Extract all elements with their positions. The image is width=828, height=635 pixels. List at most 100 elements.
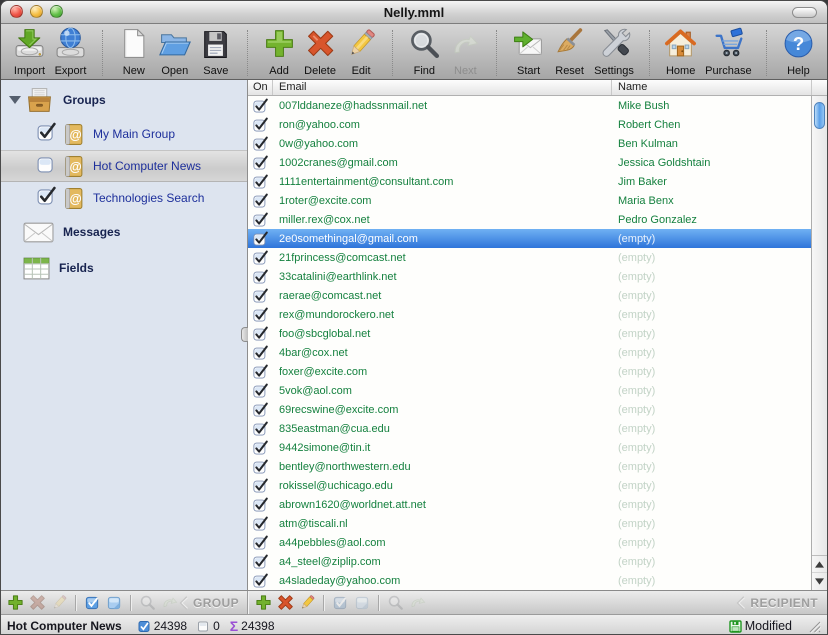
table-row[interactable]: 835eastman@cua.edu(empty)	[248, 419, 827, 438]
edit-button[interactable]: Edit	[341, 26, 382, 78]
table-row[interactable]: 1roter@excite.comMaria Benx	[248, 191, 827, 210]
sidebar-section-groups[interactable]: Groups	[1, 82, 247, 118]
import-button[interactable]: Import	[9, 26, 50, 78]
table-row[interactable]: 0w@yahoo.comBen Kulman	[248, 134, 827, 153]
add-small-button[interactable]	[253, 593, 273, 613]
row-checkbox[interactable]	[253, 383, 268, 398]
column-header-on[interactable]: On	[248, 80, 273, 95]
table-row[interactable]: a4sladeday@yahoo.com(empty)	[248, 571, 827, 590]
row-checkbox[interactable]	[253, 326, 268, 341]
delete-button[interactable]: Delete	[300, 26, 341, 78]
row-checkbox[interactable]	[253, 345, 268, 360]
table-row[interactable]: rokissel@uchicago.edu(empty)	[248, 476, 827, 495]
table-row[interactable]: miller.rex@cox.netPedro Gonzalez	[248, 210, 827, 229]
group-checkbox[interactable]	[37, 154, 56, 178]
row-checkbox[interactable]	[253, 136, 268, 151]
group-checkbox[interactable]	[37, 122, 56, 146]
delete-icon	[304, 27, 337, 65]
row-checkbox[interactable]	[253, 535, 268, 550]
table-row[interactable]: 1002cranes@gmail.comJessica Goldshtain	[248, 153, 827, 172]
delete-small-button[interactable]	[275, 593, 295, 613]
vertical-scrollbar[interactable]	[811, 96, 827, 590]
table-row[interactable]: 21fprincess@comcast.net(empty)	[248, 248, 827, 267]
row-checkbox[interactable]	[253, 478, 268, 493]
table-row[interactable]: atm@tiscali.nl(empty)	[248, 514, 827, 533]
table-row[interactable]: 1111entertainment@consultant.comJim Bake…	[248, 172, 827, 191]
row-checkbox[interactable]	[253, 174, 268, 189]
table-row[interactable]: ron@yahoo.comRobert Chen	[248, 115, 827, 134]
scroll-down-button[interactable]	[812, 572, 827, 590]
edit-small-button[interactable]	[297, 593, 317, 613]
resize-grip[interactable]	[808, 620, 821, 633]
recipient-pane-toggle[interactable]: RECIPIENT	[736, 596, 827, 610]
group-pane-toggle[interactable]: GROUP	[179, 596, 248, 610]
table-row[interactable]: foxer@excite.com(empty)	[248, 362, 827, 381]
open-button[interactable]: Open	[154, 26, 195, 78]
row-checkbox[interactable]	[253, 440, 268, 455]
scrollbar-thumb[interactable]	[814, 102, 825, 129]
row-checkbox[interactable]	[253, 573, 268, 588]
row-checkbox[interactable]	[253, 554, 268, 569]
row-checkbox[interactable]	[253, 193, 268, 208]
sidebar-section-fields[interactable]: Fields	[1, 250, 247, 286]
table-row[interactable]: 33catalini@earthlink.net(empty)	[248, 267, 827, 286]
table-row[interactable]: 007lddaneze@hadssnmail.netMike Bush	[248, 96, 827, 115]
home-button[interactable]: Home	[660, 26, 701, 78]
table-row[interactable]: a4_steel@ziplip.com(empty)	[248, 552, 827, 571]
row-checkbox[interactable]	[253, 516, 268, 531]
row-checkbox[interactable]	[253, 459, 268, 474]
uncheck-all-small-button[interactable]	[104, 593, 124, 613]
settings-button[interactable]: Settings	[590, 26, 638, 78]
zoom-button[interactable]	[50, 5, 63, 18]
help-button[interactable]: ?Help	[778, 26, 819, 78]
add-button[interactable]: Add	[259, 26, 300, 78]
row-checkbox[interactable]	[253, 497, 268, 512]
add-small-button[interactable]	[5, 593, 25, 613]
column-header-name[interactable]: Name	[612, 80, 812, 95]
export-button[interactable]: Export	[50, 26, 91, 78]
table-row[interactable]: rex@mundorockero.net(empty)	[248, 305, 827, 324]
sidebar-group-item[interactable]: @Hot Computer News	[1, 150, 247, 182]
row-checkbox[interactable]	[253, 117, 268, 132]
table-row[interactable]: foo@sbcglobal.net(empty)	[248, 324, 827, 343]
splitter-handle[interactable]	[241, 327, 248, 342]
row-checkbox[interactable]	[253, 250, 268, 265]
table-row[interactable]: 4bar@cox.net(empty)	[248, 343, 827, 362]
check-all-small-button[interactable]	[82, 593, 102, 613]
sidebar-section-messages[interactable]: Messages	[1, 214, 247, 250]
row-checkbox[interactable]	[253, 98, 268, 113]
minimize-button[interactable]	[30, 5, 43, 18]
sidebar-group-item[interactable]: @Technologies Search	[1, 182, 247, 214]
scroll-up-button[interactable]	[812, 555, 827, 573]
start-button[interactable]: Start	[508, 26, 549, 78]
table-row[interactable]: 69recswine@excite.com(empty)	[248, 400, 827, 419]
row-checkbox[interactable]	[253, 212, 268, 227]
column-header-email[interactable]: Email	[273, 80, 612, 95]
row-checkbox[interactable]	[253, 364, 268, 379]
row-checkbox[interactable]	[253, 269, 268, 284]
table-row[interactable]: raerae@comcast.net(empty)	[248, 286, 827, 305]
table-row[interactable]: abrown1620@worldnet.att.net(empty)	[248, 495, 827, 514]
toolbar-toggle-button[interactable]	[792, 7, 817, 18]
find-button[interactable]: Find	[404, 26, 445, 78]
table-row[interactable]: 5vok@aol.com(empty)	[248, 381, 827, 400]
row-checkbox[interactable]	[253, 288, 268, 303]
disclosure-triangle-icon[interactable]	[9, 96, 21, 104]
purchase-button[interactable]: Purchase	[701, 26, 755, 78]
row-checkbox[interactable]	[253, 402, 268, 417]
table-row[interactable]: a44pebbles@aol.com(empty)	[248, 533, 827, 552]
new-icon	[117, 27, 150, 65]
group-checkbox[interactable]	[37, 186, 56, 210]
close-button[interactable]	[10, 5, 23, 18]
reset-button[interactable]: Reset	[549, 26, 590, 78]
save-button[interactable]: Save	[195, 26, 236, 78]
row-checkbox[interactable]	[253, 155, 268, 170]
row-checkbox[interactable]	[253, 231, 268, 246]
row-checkbox[interactable]	[253, 421, 268, 436]
new-button[interactable]: New	[113, 26, 154, 78]
row-checkbox[interactable]	[253, 307, 268, 322]
table-row[interactable]: 2e0somethingal@gmail.com(empty)	[248, 229, 827, 248]
sidebar-group-item[interactable]: @My Main Group	[1, 118, 247, 150]
table-row[interactable]: 9442simone@tin.it(empty)	[248, 438, 827, 457]
table-row[interactable]: bentley@northwestern.edu(empty)	[248, 457, 827, 476]
